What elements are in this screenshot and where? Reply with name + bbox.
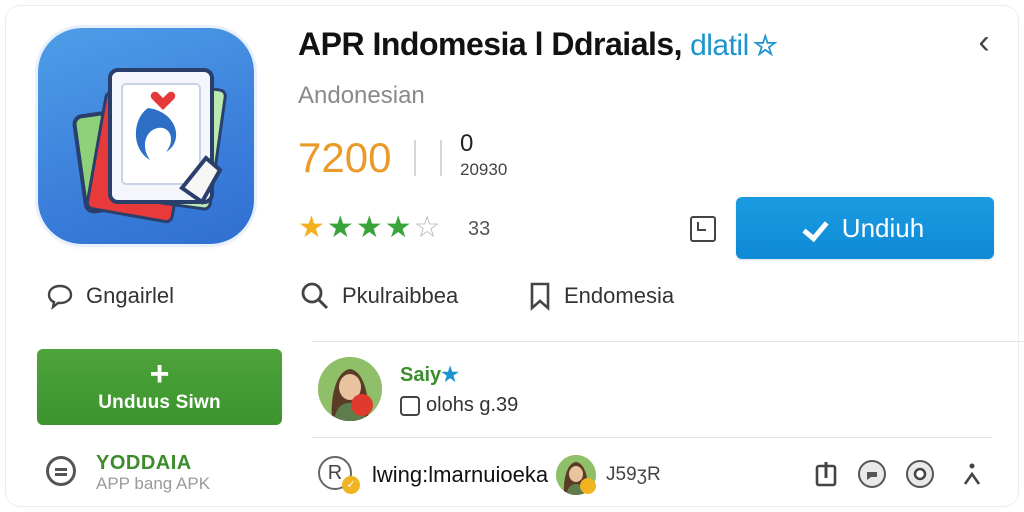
stat-divider [440,140,442,176]
app-icon [38,28,254,244]
info-item-region[interactable]: Endomesia [528,280,674,312]
stat-divider [414,140,416,176]
plus-icon: + [149,355,170,393]
section-divider [312,437,992,438]
info-item-label: Endomesia [564,283,675,308]
download-icon[interactable] [812,460,840,488]
calendar-icon [400,395,420,416]
info-item-developer[interactable]: Gngairlel [46,280,174,312]
star-filled-icon: ★ [355,211,385,244]
downloads-stat: 7200 [298,134,392,181]
verified-star-icon: ★ [441,364,460,386]
badge-icon: ✓ [342,476,360,494]
avatar[interactable] [318,357,382,421]
app-subtitle: Andonesian [298,82,425,109]
comment-icon[interactable] [858,460,886,488]
badge-icon [580,478,596,494]
section-divider [312,341,1024,342]
review-user-name: Saiy [400,364,442,386]
install-button[interactable]: Undiuh [736,197,994,259]
review-meta-text: olohs g.39 [426,394,519,416]
chat-bubble-icon [47,284,73,310]
settings-icon[interactable] [906,460,934,488]
download-button-label: Unduus Siwn [98,392,221,413]
secondary-stat-label: 20930 [460,160,508,179]
info-item-label: Pkulraibbea [342,283,459,308]
info-item-label: Gngairlel [86,283,175,308]
back-chevron-icon[interactable]: ‹ [966,24,1002,60]
check-icon [806,219,832,237]
star-empty-icon: ☆ [413,211,443,244]
brand-tagline: APP bang APK [96,474,211,493]
secondary-stat-value: 0 [460,130,474,157]
star-filled-icon: ★ [384,211,414,244]
review-meta: olohs g.39 [400,394,518,417]
star-filled-icon: ★ [326,211,356,244]
app-title-text: APR Indomesia l Ddraials, [298,26,683,62]
install-button-label: Undiuh [841,212,925,243]
app-title: APR Indomesia l Ddraials, dlatil ☆ [298,26,778,63]
footer-user-text: lwing:lmarnuioeka [372,462,549,487]
star-filled-icon: ★ [298,211,327,244]
favorite-star-icon[interactable]: ☆ [753,30,778,61]
search-icon [301,282,329,310]
brand-name[interactable]: YODDAIA [96,452,192,475]
more-options-icon[interactable] [958,460,986,488]
bookmark-icon [530,282,550,311]
review-user: Saiy★ [400,362,459,387]
share-square-icon[interactable] [690,216,716,242]
download-button[interactable]: + Unduus Siwn [37,349,282,425]
brand-logo-icon [46,456,76,486]
footer-count: J59ʒR [606,464,661,485]
rating-stars: ★★★★☆ [298,210,443,245]
rating-count: 33 [468,218,491,240]
title-link[interactable]: dlatil [690,29,749,62]
info-item-search[interactable]: Pkulraibbea [300,280,458,312]
